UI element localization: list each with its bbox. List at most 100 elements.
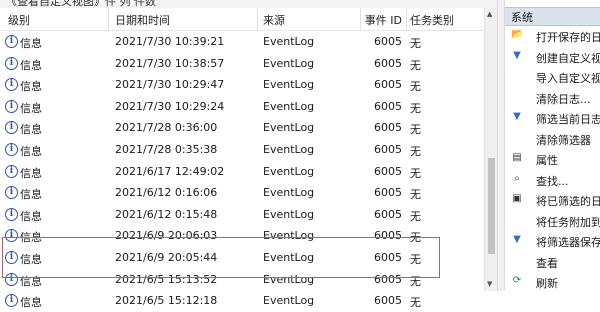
row-datetime: 2021/7/28 0:35:38 [115, 142, 218, 156]
column-separator[interactable] [257, 8, 258, 30]
row-task: 无 [410, 101, 421, 115]
column-separator[interactable] [360, 8, 361, 30]
action-item[interactable]: 导入自定义视图... [505, 67, 600, 87]
row-datetime: 2021/6/12 0:16:06 [115, 186, 218, 200]
row-event-id: 6005 [374, 56, 402, 70]
action-label: 将任务附加到此... [536, 215, 600, 229]
action-item[interactable]: 📂 打开保存的日志... [505, 26, 600, 46]
actions-pane: 系统 📂 打开保存的日志... ▼ 创建自定义视图... 导入自定义视图... 清除日志.… [504, 0, 600, 291]
info-icon: i [5, 142, 18, 156]
table-row[interactable]: i 信息 2021/7/30 10:29:47 EventLog 6005 无 [0, 74, 484, 96]
action-item[interactable]: ⟳ 刷新 [505, 272, 600, 292]
action-label: 创建自定义视图... [536, 51, 600, 65]
row-event-id: 6005 [374, 121, 402, 135]
row-datetime: 2021/6/17 12:49:02 [115, 164, 225, 178]
row-level: 信息 [20, 123, 42, 137]
column-header-event-id[interactable]: 事件 ID [362, 12, 402, 28]
table-row[interactable]: i 信息 2021/6/12 0:16:06 EventLog 6005 无 [0, 182, 484, 204]
info-icon: i [5, 78, 18, 92]
table-row[interactable]: i 信息 2021/6/5 15:12:18 EventLog 6005 无 [0, 290, 484, 312]
info-icon: i [5, 186, 18, 200]
actions-header-label: 系统 [511, 11, 533, 24]
column-header-source[interactable]: 来源 [263, 12, 285, 28]
event-list-pane: 级别 日期和时间 来源 事件 ID 任务类别 i 信息 2021/7/30 10:3… [0, 8, 498, 309]
row-level: 信息 [20, 296, 42, 310]
action-item[interactable]: ▼ 筛选当前日志... [505, 108, 600, 128]
actions-header[interactable]: 系统 [505, 7, 600, 26]
table-row[interactable]: i 信息 2021/7/30 10:38:57 EventLog 6005 无 [0, 53, 484, 75]
row-level: 信息 [20, 144, 42, 158]
create-view-filter-icon: ▼ [513, 49, 521, 61]
table-row[interactable]: i 信息 2021/7/28 0:35:38 EventLog 6005 无 [0, 139, 484, 161]
row-source: EventLog [263, 121, 315, 135]
info-icon: i [5, 164, 18, 178]
row-datetime: 2021/7/30 10:29:24 [115, 99, 225, 113]
action-label: 将已筛选的日志... [536, 195, 600, 208]
row-level: 信息 [20, 166, 42, 180]
table-row[interactable]: i 信息 2021/7/30 10:39:21 EventLog 6005 无 [0, 31, 484, 53]
row-datetime: 2021/7/30 10:38:57 [115, 56, 225, 70]
column-header-datetime[interactable]: 日期和时间 [115, 12, 170, 28]
row-datetime: 2021/7/30 10:29:47 [115, 78, 225, 92]
column-header-task[interactable]: 任务类别 [410, 12, 454, 28]
row-event-id: 6005 [374, 142, 402, 156]
row-event-id: 6005 [374, 99, 402, 113]
action-item[interactable]: 查看 [505, 252, 600, 272]
top-strip-text: 《查看自定义视图》件 列 件数 [6, 0, 156, 8]
table-row[interactable]: i 信息 2021/6/12 0:15:48 EventLog 6005 无 [0, 204, 484, 226]
row-level: 信息 [20, 101, 42, 115]
column-separator[interactable] [108, 8, 109, 30]
action-label: 清除日志... [536, 92, 591, 106]
row-event-id: 6005 [374, 294, 402, 308]
row-task: 无 [410, 144, 421, 158]
scroll-down-icon[interactable]: ▼ [487, 280, 492, 288]
row-source: EventLog [263, 142, 315, 156]
action-label: 将筛选器保存到... [536, 236, 600, 249]
row-source: EventLog [263, 294, 315, 308]
row-event-id: 6005 [374, 186, 402, 200]
action-item[interactable]: 清除筛选器 [505, 129, 600, 149]
info-icon: i [5, 99, 18, 113]
action-label: 属性 [536, 154, 558, 167]
row-event-id: 6005 [374, 78, 402, 92]
action-label: 导入自定义视图... [536, 72, 600, 85]
row-task: 无 [410, 296, 421, 310]
action-label: 查找... [536, 174, 569, 188]
row-level: 信息 [20, 188, 42, 202]
row-task: 无 [410, 37, 421, 50]
filter-icon: ▼ [513, 111, 521, 122]
row-source: EventLog [263, 56, 315, 70]
highlight-box [2, 237, 440, 278]
top-strip: 《查看自定义视图》件 列 件数 [0, 0, 504, 8]
table-row[interactable]: i 信息 2021/7/28 0:36:00 EventLog 6005 无 [0, 117, 484, 139]
row-datetime: 2021/7/28 0:36:00 [115, 121, 218, 135]
row-event-id: 6005 [374, 164, 402, 178]
row-task: 无 [410, 80, 421, 94]
scroll-up-icon[interactable]: ▲ [487, 10, 492, 18]
action-label: 清除筛选器 [536, 133, 591, 147]
action-item[interactable]: ▼ 将筛选器保存到... [505, 231, 600, 251]
row-level: 信息 [20, 209, 42, 223]
action-item[interactable]: ⌕ 查找... [505, 170, 600, 190]
action-item[interactable]: 将任务附加到此... [505, 211, 600, 231]
scrollbar-thumb[interactable] [488, 158, 495, 254]
refresh-icon: ⟳ [512, 275, 522, 286]
row-source: EventLog [263, 78, 315, 92]
row-source: EventLog [263, 186, 315, 200]
row-datetime: 2021/6/12 0:15:48 [115, 207, 218, 221]
row-source: EventLog [263, 99, 315, 113]
action-item[interactable]: ▼ 创建自定义视图... [505, 47, 600, 67]
save-filter-icon: ▼ [513, 234, 521, 245]
table-row[interactable]: i 信息 2021/7/30 10:29:24 EventLog 6005 无 [0, 96, 484, 118]
column-separator[interactable] [406, 8, 407, 30]
vertical-scrollbar[interactable]: ▲ ▼ [484, 8, 498, 291]
action-item[interactable]: ▤ 属性 [505, 149, 600, 169]
action-item[interactable]: ▣ 将已筛选的日志... [505, 190, 600, 210]
table-row[interactable]: i 信息 2021/6/17 12:49:02 EventLog 6005 无 [0, 161, 484, 183]
column-header-level[interactable]: 级别 [8, 12, 30, 28]
row-event-id: 6005 [374, 207, 402, 221]
row-task: 无 [410, 209, 421, 223]
list-header: 级别 日期和时间 来源 事件 ID 任务类别 [0, 8, 484, 31]
row-task: 无 [410, 123, 421, 137]
action-item[interactable]: 清除日志... [505, 88, 600, 108]
